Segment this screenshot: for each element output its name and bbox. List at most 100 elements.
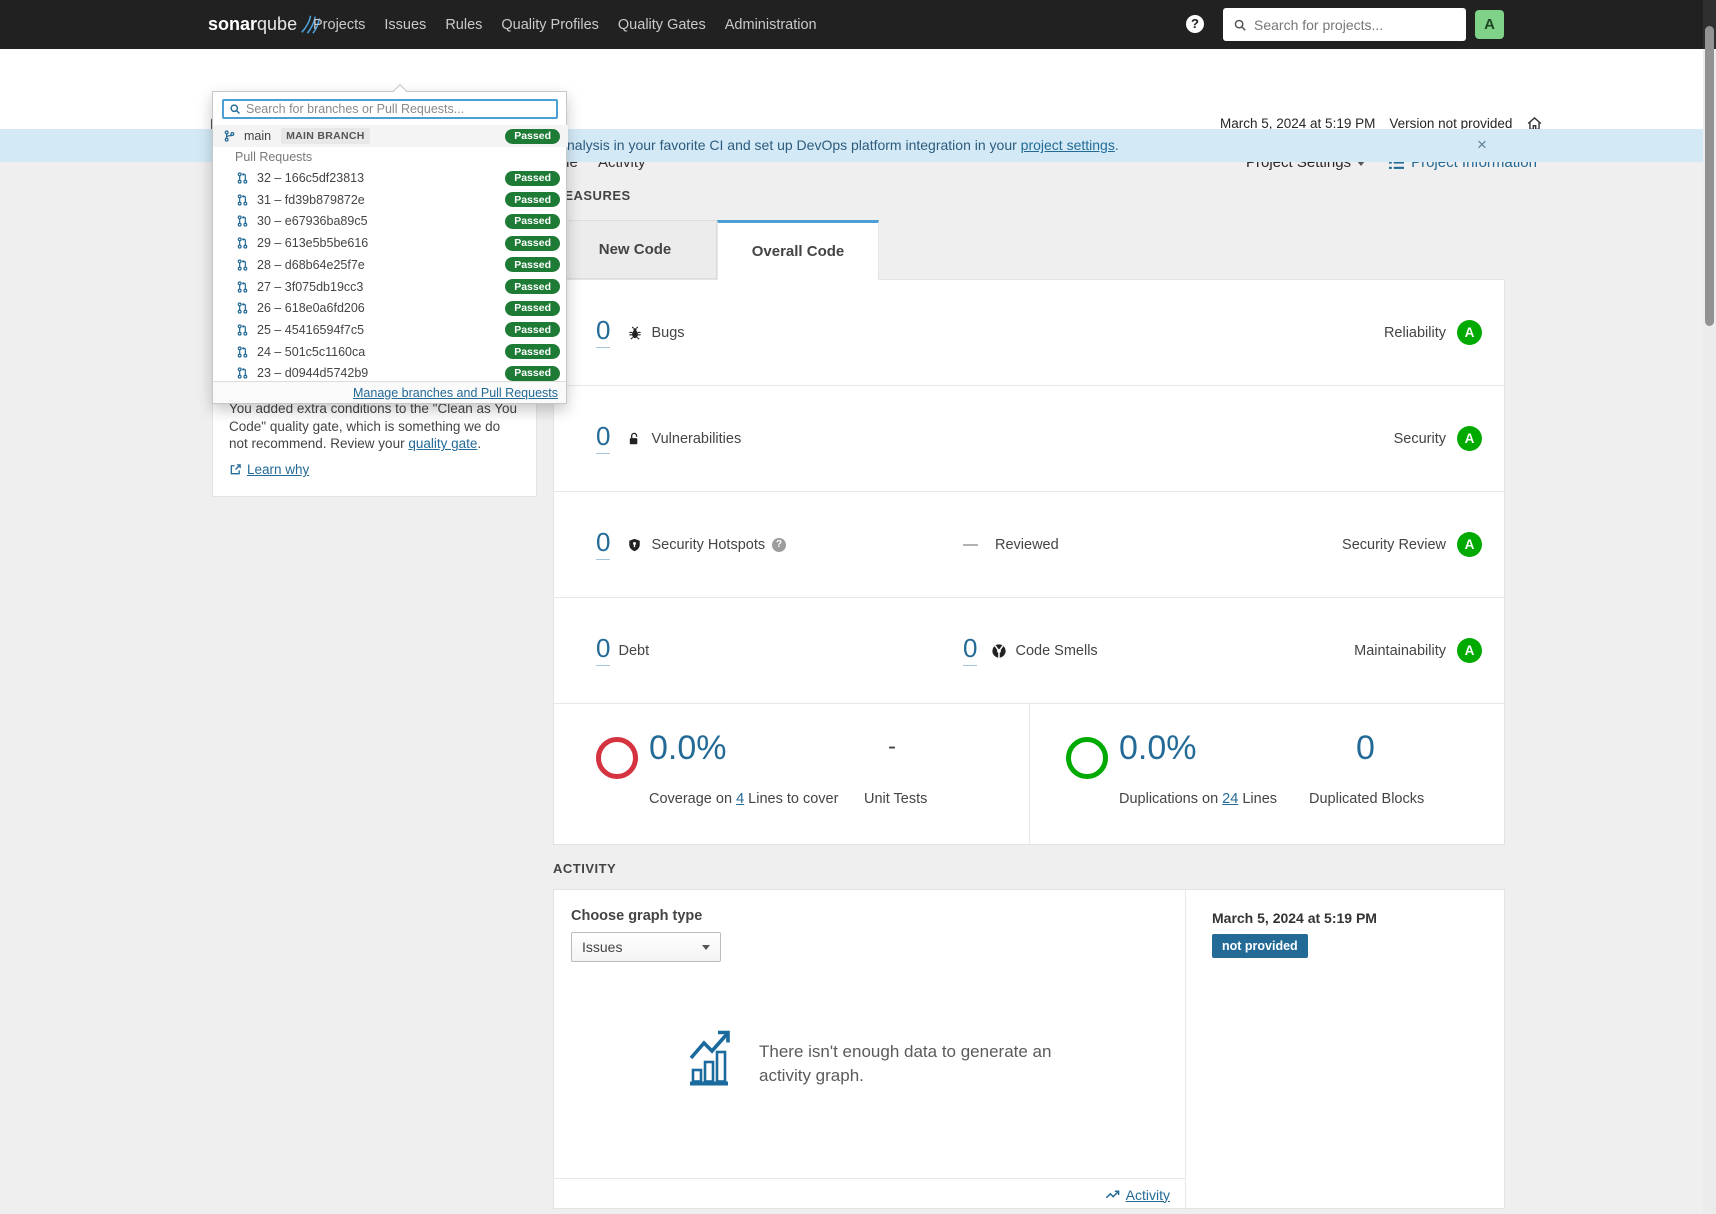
banner-project-settings-link[interactable]: project settings (1021, 137, 1115, 153)
pull-request-item[interactable]: 31 – fd39b879872e Passed (213, 189, 568, 211)
trending-up-icon (1105, 1187, 1120, 1202)
maintainability-rating-badge: A (1457, 638, 1482, 663)
vulnerabilities-count[interactable]: 0 (596, 423, 610, 454)
unit-tests-label: Unit Tests (864, 791, 927, 807)
duplicated-lines-link[interactable]: 24 (1222, 791, 1238, 807)
code-smells-count[interactable]: 0 (963, 635, 977, 666)
pull-request-icon (236, 345, 250, 359)
branch-item-main[interactable]: main MAIN BRANCH Passed (213, 125, 568, 147)
duplicated-blocks-value[interactable]: 0 (1356, 731, 1375, 765)
pull-request-icon (236, 193, 250, 207)
pull-request-item[interactable]: 26 – 618e0a6fd206 Passed (213, 297, 568, 319)
coverage-duplication-divider (1029, 704, 1030, 846)
security-label: Security (1394, 431, 1446, 447)
tab-new-code[interactable]: New Code (553, 220, 717, 279)
pull-request-icon (236, 258, 250, 272)
quality-gate-link[interactable]: quality gate (408, 436, 477, 451)
status-badge: Passed (505, 279, 560, 294)
activity-section-title: ACTIVITY (553, 861, 616, 876)
sonarqube-project-overview: sonarqube Projects Issues Rules Quality … (0, 0, 1716, 1214)
duplications-value[interactable]: 0.0% (1119, 731, 1197, 765)
reviewed-label: Reviewed (995, 537, 1059, 553)
activity-chart-icon (685, 1028, 733, 1086)
version-not-provided-badge: not provided (1212, 934, 1308, 958)
security-hotspot-icon (627, 537, 643, 553)
tab-overall-code[interactable]: Overall Code (717, 220, 879, 280)
branch-search-input[interactable] (246, 102, 551, 116)
page-scrollbar[interactable] (1703, 0, 1716, 1214)
bugs-label: Bugs (651, 325, 684, 341)
pull-request-item[interactable]: 32 – 166c5df23813 Passed (213, 167, 568, 189)
security-rating-badge: A (1457, 426, 1482, 451)
lock-icon (627, 431, 643, 447)
reliability-label: Reliability (1384, 325, 1446, 341)
security-hotspots-label: Security Hotspots (651, 537, 765, 553)
learn-why-link[interactable]: Learn why (229, 462, 309, 477)
measures-card: 0 Bugs Reliability A 0 Vulnerabilities S… (553, 279, 1505, 845)
measure-row-bugs: 0 Bugs Reliability A (554, 280, 1504, 386)
pull-request-item[interactable]: 27 – 3f075db19cc3 Passed (213, 276, 568, 298)
logo-text-bold: sonar (208, 14, 257, 35)
pull-request-icon (236, 366, 250, 380)
activity-card: Choose graph type Issues There isn't eno… (553, 889, 1505, 1209)
banner-text: nalysis in your favorite CI and set up D… (567, 137, 1119, 153)
nav-item-projects[interactable]: Projects (313, 17, 365, 33)
coverage-value[interactable]: 0.0% (649, 731, 727, 765)
pull-request-item[interactable]: 28 – d68b64e25f7e Passed (213, 254, 568, 276)
sonarqube-logo[interactable]: sonarqube (208, 13, 324, 35)
activity-footer-link[interactable]: Activity (1126, 1187, 1170, 1203)
manage-branches-link[interactable]: Manage branches and Pull Requests (353, 386, 558, 400)
branch-search-box (222, 99, 558, 119)
empty-graph-placeholder: There isn't enough data to generate an a… (685, 1028, 1051, 1088)
activity-analysis-date: March 5, 2024 at 5:19 PM (1212, 910, 1506, 926)
hotspots-reviewed-group: — Reviewed (963, 536, 1059, 553)
status-badge: Passed (505, 129, 560, 144)
dropdown-footer: Manage branches and Pull Requests (213, 381, 566, 403)
pull-request-icon (236, 301, 250, 315)
top-navbar: sonarqube Projects Issues Rules Quality … (0, 0, 1716, 49)
pull-request-item[interactable]: 29 – 613e5b5be616 Passed (213, 232, 568, 254)
chevron-down-icon (702, 945, 710, 950)
user-avatar[interactable]: A (1475, 10, 1504, 39)
activity-card-footer: Activity (554, 1178, 1186, 1210)
search-icon (229, 103, 241, 115)
reviewed-value: — (963, 536, 978, 553)
nav-item-rules[interactable]: Rules (445, 17, 482, 33)
vulnerabilities-label: Vulnerabilities (651, 431, 741, 447)
status-badge: Passed (505, 344, 560, 359)
pull-request-icon (236, 236, 250, 250)
help-icon[interactable]: ? (772, 538, 786, 552)
bugs-count[interactable]: 0 (596, 317, 610, 348)
status-badge: Passed (505, 366, 560, 381)
quality-gate-warning-text: You added extra conditions to the "Clean… (229, 400, 524, 453)
pull-requests-section-label: Pull Requests (235, 150, 312, 164)
status-badge: Passed (505, 214, 560, 229)
scrollbar-thumb[interactable] (1705, 26, 1714, 326)
logo-text-light: qube (257, 14, 297, 35)
external-link-icon (229, 463, 242, 476)
duplications-ring (1066, 737, 1108, 779)
global-search (1223, 8, 1466, 41)
banner-close-icon[interactable]: × (1477, 135, 1487, 155)
nav-item-issues[interactable]: Issues (384, 17, 426, 33)
pull-request-item[interactable]: 30 – e67936ba89c5 Passed (213, 210, 568, 232)
help-icon[interactable]: ? (1186, 15, 1204, 33)
graph-type-select[interactable]: Issues (571, 932, 721, 962)
nav-item-administration[interactable]: Administration (725, 17, 817, 33)
nav-item-quality-gates[interactable]: Quality Gates (618, 17, 706, 33)
reliability-rating-badge: A (1457, 320, 1482, 345)
security-review-label: Security Review (1342, 537, 1446, 553)
pull-request-icon (236, 214, 250, 228)
pull-request-item[interactable]: 25 – 45416594f7c5 Passed (213, 319, 568, 341)
measure-row-vulnerabilities: 0 Vulnerabilities Security A (554, 386, 1504, 492)
graph-type-label: Choose graph type (571, 908, 702, 924)
pull-request-item[interactable]: 24 – 501c5c1160ca Passed (213, 341, 568, 363)
lines-to-cover-link[interactable]: 4 (736, 791, 744, 807)
debt-value[interactable]: 0 (596, 635, 610, 666)
security-hotspots-count[interactable]: 0 (596, 529, 610, 560)
activity-sidebar: March 5, 2024 at 5:19 PM not provided (1186, 890, 1506, 958)
nav-item-quality-profiles[interactable]: Quality Profiles (501, 17, 599, 33)
search-icon (1233, 18, 1247, 32)
search-input[interactable] (1254, 17, 1456, 33)
status-badge: Passed (505, 171, 560, 186)
